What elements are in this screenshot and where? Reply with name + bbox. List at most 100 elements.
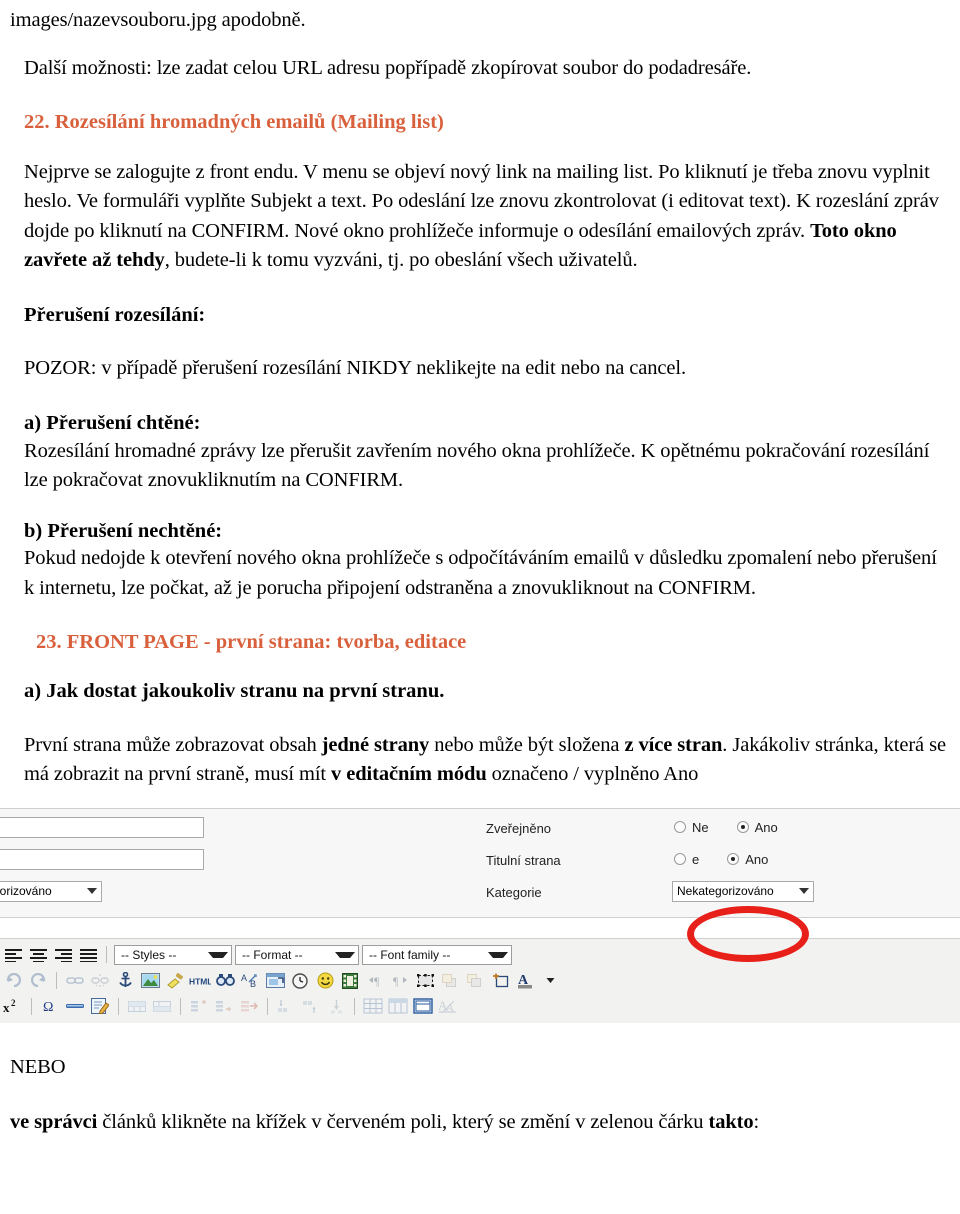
insert-row-after-icon[interactable]: [151, 996, 173, 1017]
front-page-radio-yes[interactable]: [727, 853, 740, 866]
published-radio-yes[interactable]: [736, 821, 749, 834]
text-color-icon[interactable]: A: [514, 970, 536, 991]
toolbar-separator: [31, 997, 32, 1015]
undo-icon[interactable]: [2, 970, 24, 991]
heading-section-23a: a) Jak dostat jakoukoliv stranu na první…: [24, 679, 445, 702]
published-radio-no[interactable]: [674, 821, 686, 834]
delete-col-icon[interactable]: [238, 996, 260, 1017]
font-family-select[interactable]: -- Font family --: [362, 944, 512, 965]
toolbar-row-2: HTML AB ¶ ¶ A: [0, 968, 960, 994]
paragraph-23-part2: nebo může být složena: [429, 733, 625, 756]
final-paragraph-bold-2: takto: [708, 1111, 754, 1134]
rtl-icon[interactable]: ¶: [389, 970, 411, 991]
visual-aid-icon[interactable]: [414, 970, 436, 991]
align-left-icon[interactable]: [2, 944, 24, 965]
toolbar-separator: [354, 997, 355, 1015]
table-props-icon[interactable]: [387, 996, 409, 1017]
insert-image-icon[interactable]: [139, 970, 161, 991]
styles-select[interactable]: -- Styles --: [114, 944, 232, 965]
svg-text:¶: ¶: [393, 974, 399, 988]
embedded-screenshot: gorizováno Zveřejněno Titulní strana Kat…: [0, 807, 960, 1023]
paragraph-23-part1: První strana může zobrazovat obsah: [24, 733, 322, 756]
layer-forward-icon[interactable]: [439, 970, 461, 991]
published-radio-yes-label: Ano: [754, 819, 778, 835]
title-input[interactable]: [0, 816, 204, 838]
format-select[interactable]: -- Format --: [235, 944, 359, 965]
paragraph-23-bold-2: z více stran: [624, 733, 723, 756]
svg-text:x: x: [3, 1000, 10, 1014]
link-icon[interactable]: [64, 970, 86, 991]
anchor-icon[interactable]: [114, 970, 136, 991]
alias-input[interactable]: [0, 848, 204, 870]
front-page-radio-yes-label: Ano: [745, 851, 769, 867]
front-page-radio-no[interactable]: [674, 853, 686, 866]
table-icon[interactable]: [362, 996, 384, 1017]
align-center-icon[interactable]: [27, 944, 49, 965]
insert-col-before-icon[interactable]: [188, 996, 210, 1017]
nebo-text: NEBO: [10, 1055, 66, 1078]
remove-format-icon[interactable]: AA: [437, 996, 459, 1017]
published-radio-group: Ne Ano: [674, 820, 778, 835]
cleanup-icon[interactable]: [164, 970, 186, 991]
category-select-right[interactable]: Nekategorizováno: [672, 880, 814, 902]
superscript-icon[interactable]: x2: [2, 996, 24, 1017]
screenshot-gap: [0, 917, 960, 938]
toolbar-row-3: x2 Ω AA: [0, 994, 960, 1019]
paragraph-23-part4: označeno / vyplněno Ano: [486, 763, 699, 786]
editor-toolbar: -- Styles -- -- Format -- -- Font family…: [0, 937, 960, 1023]
paragraph-interrupt-intentional: Rozesílání hromadné zprávy lze přerušit …: [24, 439, 930, 492]
insert-time-icon[interactable]: [289, 970, 311, 991]
align-right-icon[interactable]: [52, 944, 74, 965]
insert-media-icon[interactable]: [339, 970, 361, 991]
font-family-select-value: -- Font family --: [369, 947, 451, 962]
published-radio-no-label: Ne: [692, 819, 709, 835]
html-source-icon[interactable]: HTML: [189, 970, 211, 991]
delete-row-icon[interactable]: [325, 996, 347, 1017]
ltr-icon[interactable]: ¶: [364, 970, 386, 991]
category-select-left[interactable]: gorizováno: [0, 880, 102, 902]
horizontal-rule-icon[interactable]: [64, 996, 86, 1017]
top-truncated-line: images/nazevsouboru.jpg apodobně.: [10, 9, 306, 31]
layer-backward-icon[interactable]: [464, 970, 486, 991]
svg-text:A: A: [241, 973, 247, 983]
merge-cells-icon[interactable]: [275, 996, 297, 1017]
search-icon[interactable]: [214, 970, 236, 991]
emoticon-icon[interactable]: [314, 970, 336, 991]
split-cells-icon[interactable]: [300, 996, 322, 1017]
insert-row-before-icon[interactable]: [126, 996, 148, 1017]
chevron-down-icon: [335, 951, 355, 958]
heading-interrupt-intentional: a) Přerušení chtěné:: [24, 411, 201, 434]
toolbar-separator: [118, 997, 119, 1015]
text-color-dropdown-icon[interactable]: [539, 970, 561, 991]
paragraph-section-22: Nejprve se zalogujte z front endu. V men…: [10, 158, 946, 276]
insert-date-icon[interactable]: [264, 970, 286, 991]
redo-icon[interactable]: [27, 970, 49, 991]
paragraph-22-part1: Nejprve se zalogujte z front endu. V men…: [24, 160, 939, 242]
chevron-down-icon: [87, 888, 97, 895]
edit-icon[interactable]: [89, 996, 111, 1017]
special-char-icon[interactable]: Ω: [39, 996, 61, 1017]
label-front-page: Titulní strana: [486, 852, 561, 868]
unlink-icon[interactable]: [89, 970, 111, 991]
toolbar-separator: [106, 946, 107, 964]
svg-text:HTML: HTML: [189, 976, 211, 986]
cell-props-icon[interactable]: [412, 996, 434, 1017]
category-select-right-value: Nekategorizováno: [677, 884, 774, 899]
toolbar-separator: [267, 997, 268, 1015]
heading-interrupt: Přerušení rozesílání:: [24, 303, 206, 326]
heading-section-22: 22. Rozesílání hromadných emailů (Mailin…: [24, 111, 444, 134]
align-justify-icon[interactable]: [77, 944, 99, 965]
paragraph-23-bold-3: v editačním módu: [331, 763, 487, 786]
insert-layer-icon[interactable]: [489, 970, 511, 991]
replace-icon[interactable]: AB: [239, 970, 261, 991]
insert-col-after-icon[interactable]: [213, 996, 235, 1017]
